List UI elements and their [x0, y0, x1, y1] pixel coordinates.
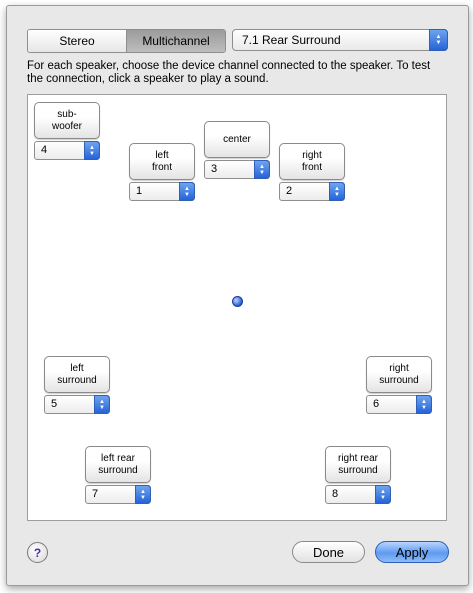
popup-arrows-icon: ▲ ▼	[416, 395, 432, 414]
done-button[interactable]: Done	[292, 541, 365, 563]
speaker-layout-popup[interactable]: 7.1 Rear Surround ▲ ▼	[232, 29, 448, 51]
help-button[interactable]: ?	[27, 542, 48, 563]
popup-arrows-icon: ▲ ▼	[254, 160, 270, 179]
speaker-subwoofer-button[interactable]: sub- woofer	[34, 102, 100, 139]
speaker-label-line: left rear	[101, 452, 135, 464]
channel-popup-left-rear-surround[interactable]: 7 ▲ ▼	[85, 485, 151, 504]
channel-value: 5	[51, 398, 58, 410]
popup-arrows-icon: ▲ ▼	[84, 141, 100, 160]
speaker-label-line: front	[301, 161, 322, 173]
speaker-label-line: surround	[98, 464, 138, 476]
tab-stereo[interactable]: Stereo	[28, 30, 127, 52]
channel-popup-right-surround[interactable]: 6 ▲ ▼	[366, 395, 432, 414]
channel-value: 1	[136, 185, 143, 197]
speaker-label-line: sub-	[57, 108, 77, 120]
speaker-layout-value: 7.1 Rear Surround	[242, 33, 341, 47]
popup-arrows-icon: ▲ ▼	[135, 485, 151, 504]
speaker-label-line: right rear	[337, 452, 378, 464]
channel-popup-right-front[interactable]: 2 ▲ ▼	[279, 182, 345, 201]
speaker-left-front-button[interactable]: left front	[129, 143, 195, 180]
speaker-label-line: left	[70, 362, 84, 374]
speaker-label-line: right	[302, 149, 322, 161]
speaker-label-line: surround	[338, 464, 378, 476]
channel-popup-left-front[interactable]: 1 ▲ ▼	[129, 182, 195, 201]
instructions-text: For each speaker, choose the device chan…	[27, 60, 431, 85]
speaker-label-line: front	[151, 161, 172, 173]
speaker-center-button[interactable]: center	[204, 121, 270, 158]
speaker-label-line: right	[389, 362, 409, 374]
popup-arrows-icon: ▲ ▼	[375, 485, 391, 504]
speaker-left-surround-button[interactable]: left surround	[44, 356, 110, 393]
channel-value: 6	[373, 398, 380, 410]
channel-popup-right-rear-surround[interactable]: 8 ▲ ▼	[325, 485, 391, 504]
speaker-label-line: center	[223, 133, 251, 145]
popup-arrows-icon: ▲ ▼	[179, 182, 195, 201]
channel-popup-center[interactable]: 3 ▲ ▼	[204, 160, 270, 179]
channel-popup-subwoofer[interactable]: 4 ▲ ▼	[34, 141, 100, 160]
speaker-label-line: left	[155, 149, 169, 161]
channel-value: 2	[286, 185, 293, 197]
mode-segmented-control: Stereo Multichannel	[27, 29, 226, 53]
popup-arrows-icon: ▲ ▼	[429, 29, 448, 51]
speaker-right-surround-button[interactable]: right surround	[366, 356, 432, 393]
channel-value: 7	[92, 488, 99, 500]
popup-arrows-icon: ▲ ▼	[94, 395, 110, 414]
speaker-label-line: surround	[57, 374, 97, 386]
popup-arrows-icon: ▲ ▼	[329, 182, 345, 201]
apply-button[interactable]: Apply	[375, 541, 449, 563]
channel-value: 4	[41, 144, 48, 156]
tab-multichannel[interactable]: Multichannel	[127, 30, 225, 52]
channel-value: 3	[211, 163, 218, 175]
speaker-right-front-button[interactable]: right front	[279, 143, 345, 180]
channel-popup-left-surround[interactable]: 5 ▲ ▼	[44, 395, 110, 414]
channel-value: 8	[332, 488, 339, 500]
speaker-label-line: surround	[379, 374, 419, 386]
listener-position-icon	[232, 296, 243, 307]
speaker-left-rear-surround-button[interactable]: left rear surround	[85, 446, 151, 483]
speaker-label-line: woofer	[51, 120, 82, 132]
speaker-right-rear-surround-button[interactable]: right rear surround	[325, 446, 391, 483]
